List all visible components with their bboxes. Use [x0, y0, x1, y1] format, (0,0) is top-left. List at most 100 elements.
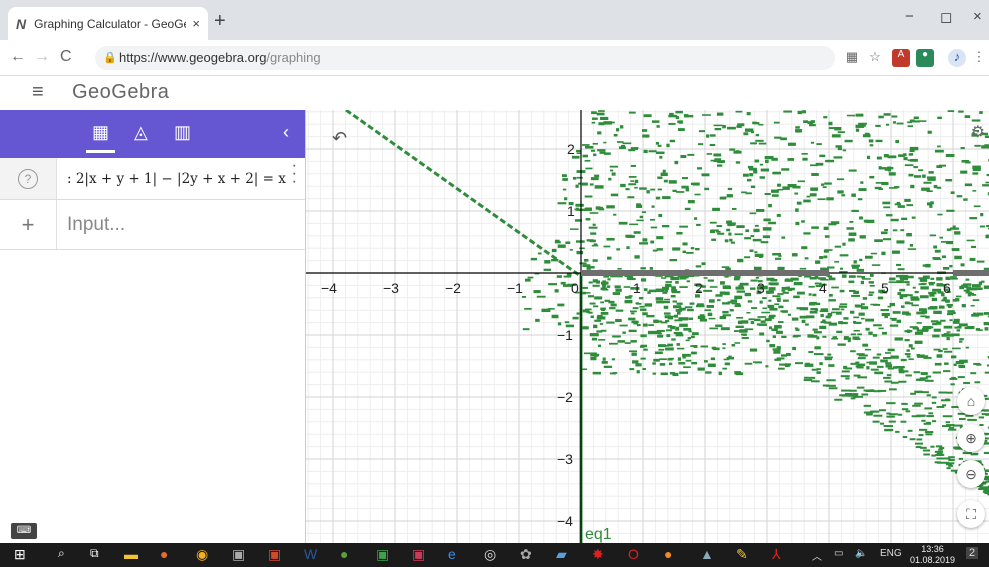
menu-kebab-icon[interactable]: ⋮ — [970, 49, 988, 67]
task-view-icon[interactable]: ⧉ — [90, 546, 99, 561]
excel-icon[interactable]: ▣ — [376, 546, 389, 563]
bookmark-star-icon[interactable]: ☆ — [866, 49, 884, 67]
curve-noise — [745, 229, 750, 233]
curve-noise — [591, 244, 599, 247]
curve-noise — [620, 183, 626, 188]
language-indicator[interactable]: ENG — [880, 548, 902, 559]
algebra-input[interactable]: Input... — [57, 214, 125, 236]
word-icon[interactable]: W — [304, 546, 317, 562]
curve-noise — [878, 409, 886, 412]
curve-noise — [698, 130, 706, 133]
curve-noise — [708, 317, 716, 320]
app-icon[interactable]: ✸ — [592, 546, 604, 563]
notifications-icon[interactable]: 2 — [966, 547, 979, 559]
x-tick-label: 3 — [757, 280, 765, 296]
network-icon[interactable]: ▭ — [834, 548, 843, 559]
zoom-in-icon[interactable]: ⊕ — [957, 424, 985, 452]
extension-icon[interactable]: ● — [916, 49, 934, 67]
app-icon[interactable]: ● — [160, 546, 168, 562]
app-icon[interactable]: ▣ — [412, 546, 425, 563]
help-icon[interactable]: ? — [0, 158, 57, 199]
app-icon[interactable]: ◎ — [484, 546, 496, 563]
curve-noise — [642, 238, 648, 242]
curve-noise — [769, 344, 776, 348]
powerpoint-icon[interactable]: ▣ — [268, 546, 281, 563]
curve-noise — [881, 181, 889, 186]
curve-noise — [799, 315, 808, 319]
graphics-view[interactable]: −4 −3 −2 −1 0 1 2 3 4 5 6 2 1 −1 −2 −3 −4 eq1 ↶ ⚙ ⌂ ⊕ ⊖ ⛶ — [306, 110, 989, 543]
close-window-icon[interactable]: × — [973, 8, 982, 25]
undo-icon[interactable]: ↶ — [332, 128, 347, 149]
calculator-icon[interactable]: ▦ — [85, 122, 116, 153]
curve-noise — [836, 178, 845, 181]
curve-noise — [582, 144, 590, 146]
curve-noise — [666, 143, 670, 148]
curve-noise — [669, 258, 678, 262]
tools-icon[interactable]: ◬ — [134, 122, 148, 143]
zoom-out-icon[interactable]: ⊖ — [957, 460, 985, 488]
keyboard-icon[interactable]: ⌨ — [11, 523, 37, 539]
clock[interactable]: 13:36 01.08.2019 — [910, 544, 955, 566]
settings-gear-icon[interactable]: ⚙ — [971, 122, 985, 142]
hamburger-menu-icon[interactable]: ≡ — [32, 81, 44, 104]
curve-noise — [884, 352, 891, 354]
volume-icon[interactable]: 🔈 — [855, 548, 867, 559]
curve-noise — [664, 298, 671, 301]
curve-noise — [587, 295, 595, 298]
pdf-extension-icon[interactable]: A — [892, 49, 910, 67]
curve-noise — [606, 121, 615, 124]
collapse-panel-icon[interactable]: ‹ — [283, 122, 289, 143]
algebra-input-row[interactable]: + Input... — [0, 200, 305, 250]
row-kebab-icon[interactable]: · · · — [292, 158, 297, 190]
add-icon[interactable]: + — [0, 200, 57, 249]
fullscreen-icon[interactable]: ⛶ — [957, 500, 985, 528]
new-tab-button[interactable]: + — [214, 10, 226, 33]
curve-noise — [850, 310, 855, 314]
curve-noise — [751, 307, 758, 309]
curve-noise — [607, 278, 611, 281]
app-icon[interactable]: ▰ — [556, 546, 567, 563]
tray-chevron-icon[interactable]: ︿ — [812, 548, 822, 563]
profile-icon[interactable]: ♪ — [948, 49, 966, 67]
equation-text[interactable]: : 2|x + y + 1| − |2y + x + 2| = x — [57, 171, 286, 187]
curve-noise — [626, 235, 635, 238]
curve-noise — [715, 324, 723, 327]
curve-noise — [925, 263, 931, 268]
back-arrow-icon[interactable]: ← — [10, 48, 26, 66]
chrome-icon[interactable]: ◉ — [196, 546, 208, 563]
curve-noise — [616, 141, 624, 143]
curve-noise — [947, 110, 955, 113]
app-icon[interactable]: ▣ — [232, 546, 245, 563]
app-icon[interactable]: ● — [340, 546, 348, 562]
acrobat-icon[interactable]: ⅄ — [772, 546, 781, 563]
reload-icon[interactable]: C — [60, 48, 72, 66]
minimize-icon[interactable]: − — [905, 8, 914, 25]
close-tab-icon[interactable]: × — [192, 16, 200, 31]
edge-icon[interactable]: e — [448, 546, 456, 562]
search-icon[interactable]: ⌕ — [58, 546, 65, 561]
table-icon[interactable]: ▥ — [174, 122, 191, 143]
app-icon[interactable]: ✿ — [520, 546, 532, 563]
curve-noise — [938, 164, 947, 167]
curve-noise — [907, 125, 914, 128]
translate-icon[interactable]: ▦ — [843, 49, 861, 67]
curve-noise — [803, 199, 811, 203]
firefox-icon[interactable]: ● — [664, 546, 672, 562]
forward-arrow-icon[interactable]: → — [34, 48, 50, 66]
opera-icon[interactable]: O — [628, 546, 639, 562]
maximize-icon[interactable]: ◻ — [940, 8, 952, 26]
curve-noise — [572, 316, 579, 320]
home-icon[interactable]: ⌂ — [957, 387, 985, 415]
url-field[interactable]: 🔒 https://www.geogebra.org/graphing — [95, 46, 835, 70]
file-explorer-icon[interactable]: ▬ — [124, 546, 138, 562]
algebra-row-equation[interactable]: ? : 2|x + y + 1| − |2y + x + 2| = x · · · — [0, 158, 305, 200]
curve-noise — [662, 169, 666, 173]
app-icon[interactable]: ▲ — [700, 546, 714, 562]
app-icon[interactable]: ✎ — [736, 546, 748, 563]
curve-noise — [763, 218, 771, 222]
windows-start-icon[interactable]: ⊞ — [14, 546, 26, 563]
curve-noise — [610, 193, 619, 197]
curve-noise — [973, 205, 981, 208]
browser-tab[interactable]: N Graphing Calculator - GeoGebra × — [8, 7, 208, 40]
graph-canvas[interactable]: −4 −3 −2 −1 0 1 2 3 4 5 6 2 1 −1 −2 −3 −4 eq1 — [306, 110, 989, 543]
